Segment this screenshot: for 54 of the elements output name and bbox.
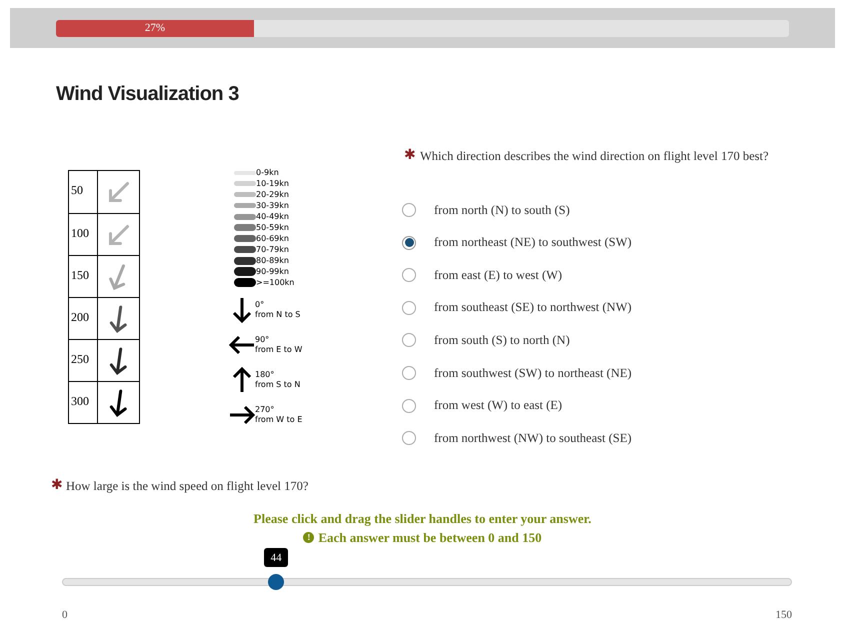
speed-legend-label: 40-49kn	[256, 212, 289, 220]
value-tooltip: 44	[264, 548, 288, 568]
slider-handle[interactable]	[268, 574, 284, 590]
radio-button[interactable]	[402, 300, 416, 315]
option-label: from southwest (SW) to northeast (NE)	[434, 364, 632, 382]
page-title: Wind Visualization 3	[56, 82, 239, 107]
speed-legend-label: 0-9kn	[256, 168, 279, 176]
speed-legend-label: 80-89kn	[256, 256, 289, 264]
flight-level-label: 300	[71, 393, 89, 410]
speed-legend-label: 20-29kn	[256, 190, 289, 198]
option-label: from southeast (SE) to northwest (NW)	[434, 299, 632, 316]
progress-label: 27%	[144, 20, 166, 36]
instruction-text: Please click and drag the slider handles to enter your answer.	[254, 510, 592, 528]
direction-label: from E to W	[255, 345, 302, 355]
radio-button[interactable]	[402, 333, 416, 348]
radio-button[interactable]	[402, 366, 416, 380]
option-label: from northwest (NW) to southeast (SE)	[434, 430, 632, 447]
slider-min-label: 0	[62, 608, 68, 623]
degree-label: 90°	[255, 335, 270, 345]
flight-level-label: 100	[71, 225, 89, 242]
option-label: from east (E) to west (W)	[434, 266, 562, 284]
direction-label: from N to S	[255, 310, 300, 320]
speed-legend-label: 30-39kn	[256, 202, 289, 210]
question-text: Which direction describes the wind direction on flight level 170 best?	[420, 148, 769, 165]
degree-label: 0°	[255, 300, 264, 310]
speed-legend-label: 60-69kn	[256, 234, 289, 242]
required-icon: ✱	[404, 149, 416, 164]
range-rule-text: Each answer must be between 0 and 150	[318, 529, 542, 548]
radio-button[interactable]	[402, 236, 416, 250]
flight-level-label: 50	[71, 182, 83, 199]
radio-button[interactable]	[402, 431, 416, 446]
speed-legend-label: 90-99kn	[256, 268, 289, 276]
speed-legend-label: 70-79kn	[256, 246, 289, 254]
flight-level-label: 150	[71, 267, 89, 284]
degree-label: 270°	[255, 405, 274, 415]
radio-button[interactable]	[402, 268, 416, 282]
option-label: from south (S) to north (N)	[434, 332, 570, 350]
flight-level-label: 200	[71, 309, 89, 326]
radio-button[interactable]	[402, 203, 416, 218]
flight-level-label: 250	[71, 351, 89, 368]
speed-legend-label: >=100kn	[256, 278, 294, 286]
option-label: from north (N) to south (S)	[434, 202, 570, 219]
direction-label: from S to N	[255, 380, 300, 390]
radio-button[interactable]	[402, 398, 416, 413]
speed-legend-label: 10-19kn	[256, 180, 289, 188]
speed-legend-label: 50-59kn	[256, 224, 289, 232]
required-icon: ✱	[51, 478, 63, 493]
direction-label: from W to E	[255, 415, 302, 425]
warning-icon: !	[303, 532, 314, 544]
question-text: How large is the wind speed on flight level 170?	[66, 478, 308, 495]
option-label: from northeast (NE) to southwest (SW)	[434, 234, 632, 252]
degree-label: 180°	[255, 370, 274, 380]
slider-max-label: 150	[776, 608, 792, 623]
option-label: from west (W) to east (E)	[434, 397, 562, 414]
